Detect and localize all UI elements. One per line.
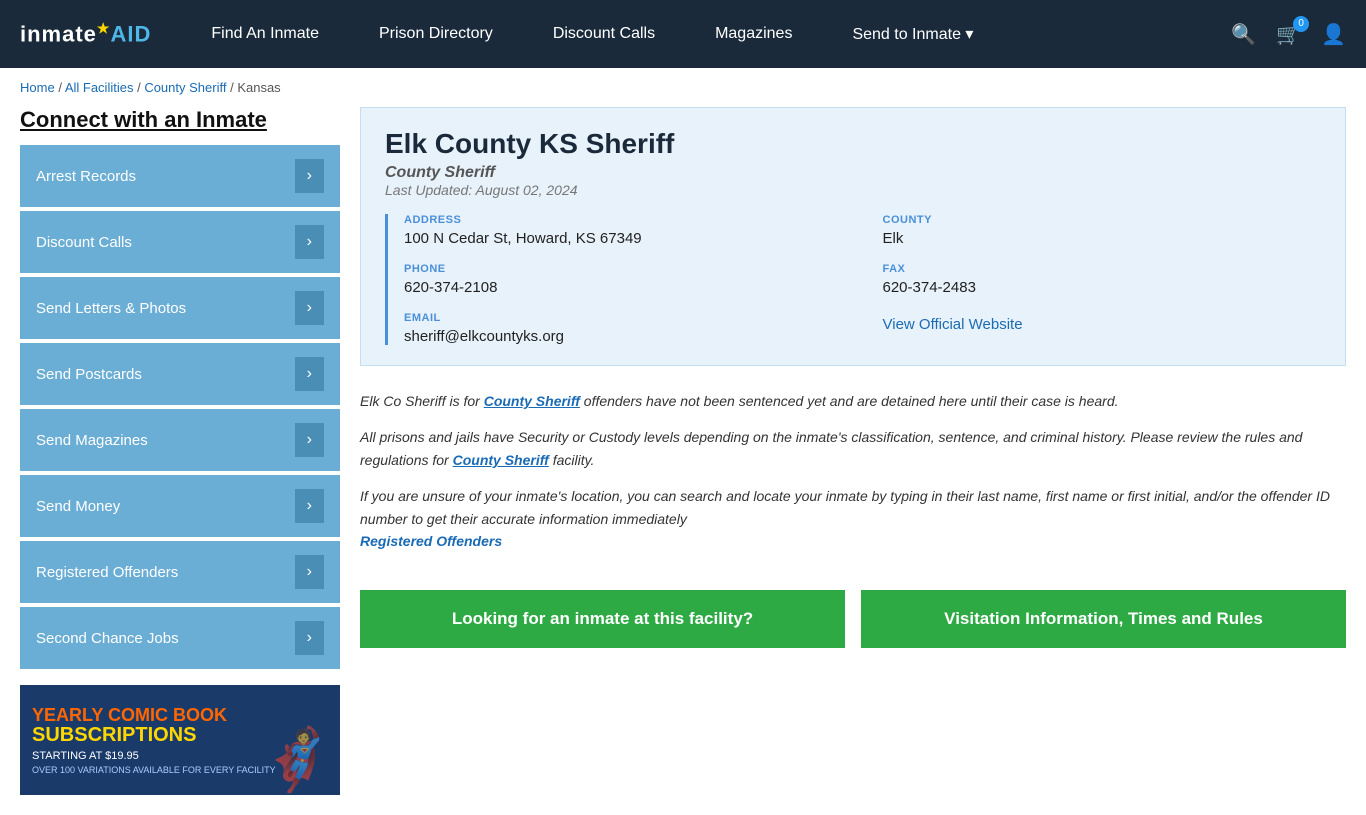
fax-value: 620-374-2483 [883, 279, 1322, 296]
breadcrumb-all-facilities[interactable]: All Facilities [65, 80, 134, 95]
county-value: Elk [883, 230, 1322, 247]
county-sheriff-link1[interactable]: County Sheriff [484, 393, 580, 409]
sidebar-menu: Arrest Records › Discount Calls › Send L… [20, 145, 340, 669]
ad-hero-icon: 🦸 [260, 724, 335, 795]
info-grid: ADDRESS 100 N Cedar St, Howard, KS 67349… [404, 214, 1321, 345]
visitation-information-button[interactable]: Visitation Information, Times and Rules [861, 590, 1346, 648]
facility-info-divider: ADDRESS 100 N Cedar St, Howard, KS 67349… [385, 214, 1321, 345]
phone-label: PHONE [404, 263, 843, 275]
breadcrumb-county-sheriff[interactable]: County Sheriff [144, 80, 226, 95]
nav-discount-calls[interactable]: Discount Calls [523, 25, 685, 43]
nav-find-inmate[interactable]: Find An Inmate [181, 25, 349, 43]
user-icon[interactable]: 👤 [1321, 22, 1346, 47]
description-para1: Elk Co Sheriff is for County Sheriff off… [360, 390, 1346, 412]
cta-buttons: Looking for an inmate at this facility? … [360, 590, 1346, 648]
sidebar-item-send-letters[interactable]: Send Letters & Photos › [20, 277, 340, 339]
facility-type: County Sheriff [385, 164, 1321, 182]
nav-magazines[interactable]: Magazines [685, 25, 822, 43]
fax-block: FAX 620-374-2483 [883, 263, 1322, 296]
email-label: EMAIL [404, 312, 843, 324]
chevron-right-icon: › [295, 159, 324, 193]
view-official-website-link[interactable]: View Official Website [883, 316, 1023, 333]
cart-icon[interactable]: 🛒 0 [1276, 22, 1301, 47]
email-value: sheriff@elkcountyks.org [404, 328, 843, 345]
website-block: View Official Website [883, 312, 1322, 345]
sidebar-item-arrest-records[interactable]: Arrest Records › [20, 145, 340, 207]
sidebar-item-discount-calls[interactable]: Discount Calls › [20, 211, 340, 273]
header-icons: 🔍 🛒 0 👤 [1231, 22, 1346, 47]
search-icon[interactable]: 🔍 [1231, 22, 1256, 47]
facility-card: Elk County KS Sheriff County Sheriff Las… [360, 107, 1346, 366]
sidebar-ad[interactable]: YEARLY COMIC BOOK SUBSCRIPTIONS STARTING… [20, 685, 340, 795]
sidebar-item-send-magazines[interactable]: Send Magazines › [20, 409, 340, 471]
sidebar-item-registered-offenders[interactable]: Registered Offenders › [20, 541, 340, 603]
chevron-right-icon: › [295, 621, 324, 655]
detail-panel: Elk County KS Sheriff County Sheriff Las… [360, 107, 1346, 795]
fax-label: FAX [883, 263, 1322, 275]
sidebar-item-send-postcards[interactable]: Send Postcards › [20, 343, 340, 405]
chevron-right-icon: › [295, 423, 324, 457]
email-block: EMAIL sheriff@elkcountyks.org [404, 312, 843, 345]
breadcrumb-home[interactable]: Home [20, 80, 55, 95]
breadcrumb-state: Kansas [237, 80, 280, 95]
chevron-right-icon: › [295, 225, 324, 259]
address-label: ADDRESS [404, 214, 843, 226]
address-block: ADDRESS 100 N Cedar St, Howard, KS 67349 [404, 214, 843, 247]
main-content: Connect with an Inmate Arrest Records › … [0, 107, 1366, 815]
description-para3: If you are unsure of your inmate's locat… [360, 485, 1346, 552]
county-block: COUNTY Elk [883, 214, 1322, 247]
phone-value: 620-374-2108 [404, 279, 843, 296]
looking-for-inmate-button[interactable]: Looking for an inmate at this facility? [360, 590, 845, 648]
chevron-right-icon: › [295, 489, 324, 523]
main-nav: Find An Inmate Prison Directory Discount… [181, 24, 1231, 44]
description-para2: All prisons and jails have Security or C… [360, 426, 1346, 471]
logo[interactable]: inmate★AID [20, 20, 151, 47]
site-header: inmate★AID Find An Inmate Prison Directo… [0, 0, 1366, 68]
chevron-right-icon: › [295, 555, 324, 589]
cart-badge: 0 [1293, 16, 1309, 32]
facility-updated: Last Updated: August 02, 2024 [385, 182, 1321, 198]
address-value: 100 N Cedar St, Howard, KS 67349 [404, 230, 843, 247]
county-label: COUNTY [883, 214, 1322, 226]
chevron-right-icon: › [295, 291, 324, 325]
breadcrumb: Home / All Facilities / County Sheriff /… [0, 68, 1366, 107]
chevron-right-icon: › [295, 357, 324, 391]
description-area: Elk Co Sheriff is for County Sheriff off… [360, 386, 1346, 570]
nav-send-to-inmate[interactable]: Send to Inmate ▾ [822, 24, 1003, 44]
phone-block: PHONE 620-374-2108 [404, 263, 843, 296]
ad-title1: YEARLY COMIC BOOK [32, 706, 328, 724]
facility-name: Elk County KS Sheriff [385, 128, 1321, 160]
nav-prison-directory[interactable]: Prison Directory [349, 25, 523, 43]
sidebar-title: Connect with an Inmate [20, 107, 340, 133]
registered-offenders-link[interactable]: Registered Offenders [360, 533, 502, 549]
sidebar-item-send-money[interactable]: Send Money › [20, 475, 340, 537]
sidebar-item-second-chance-jobs[interactable]: Second Chance Jobs › [20, 607, 340, 669]
county-sheriff-link2[interactable]: County Sheriff [453, 452, 549, 468]
sidebar: Connect with an Inmate Arrest Records › … [20, 107, 340, 795]
